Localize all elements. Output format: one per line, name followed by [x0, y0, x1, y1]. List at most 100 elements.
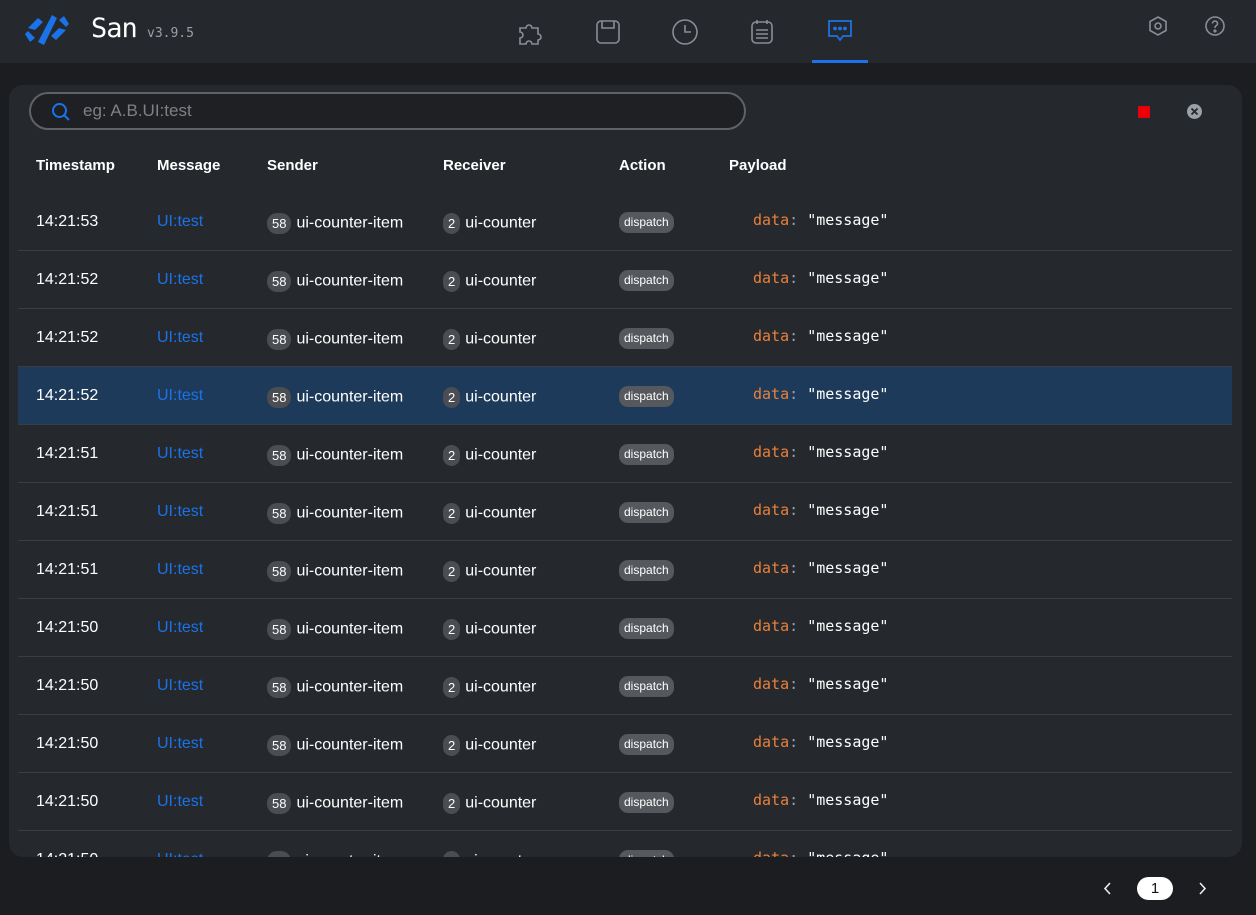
- timestamp-cell: 14:21:53: [36, 213, 99, 230]
- message-link[interactable]: UI:test: [157, 387, 203, 405]
- action-cell: dispatch: [619, 676, 674, 697]
- payload-cell[interactable]: data: "message": [753, 501, 888, 519]
- receiver-id-badge: 2: [443, 329, 461, 350]
- payload-cell[interactable]: data: "message": [753, 211, 888, 229]
- receiver-cell[interactable]: 2ui-counter: [443, 851, 536, 857]
- receiver-cell[interactable]: 2ui-counter: [443, 213, 536, 234]
- action-tag: dispatch: [619, 328, 674, 349]
- sender-cell[interactable]: 58ui-counter-item: [267, 271, 403, 292]
- payload-cell[interactable]: data: "message": [753, 675, 888, 693]
- prev-page-button[interactable]: [1098, 877, 1118, 900]
- table-row[interactable]: 14:21:50UI:test58ui-counter-item2ui-coun…: [18, 831, 1232, 857]
- clear-icon[interactable]: [1186, 103, 1203, 120]
- payload-cell[interactable]: data: "message": [753, 269, 888, 287]
- table-row[interactable]: 14:21:51 UI:test 58 ui-counter-item 2 ui-coun…: [18, 541, 1232, 599]
- timestamp-cell: 14:21:50: [36, 793, 99, 810]
- stop-record-button[interactable]: [1138, 106, 1150, 118]
- receiver-cell[interactable]: 2ui-counter: [443, 445, 536, 466]
- message-link[interactable]: UI:test: [157, 271, 203, 289]
- sender-name: ui-counter-item: [296, 562, 404, 580]
- sender-name: ui-counter-item: [296, 678, 404, 696]
- nav-history[interactable]: [657, 0, 713, 63]
- help-icon[interactable]: [1203, 14, 1227, 38]
- message-list: 14:21:53 UI:test 58 ui-counter-item 2 ui-coun…: [18, 193, 1232, 857]
- message-link[interactable]: UI:test: [157, 445, 203, 463]
- nav-messages[interactable]: [812, 0, 868, 63]
- table-row[interactable]: 14:21:52 UI:test 58 ui-counter-item 2 ui-coun…: [18, 367, 1232, 425]
- timestamp-cell: 14:21:51: [36, 561, 99, 578]
- payload-key: data: [753, 269, 790, 287]
- receiver-cell[interactable]: 2ui-counter: [443, 387, 536, 408]
- payload-value: "message": [807, 675, 889, 693]
- receiver-cell[interactable]: 2ui-counter: [443, 677, 536, 698]
- payload-key: data: [753, 327, 790, 345]
- next-page-button[interactable]: [1192, 877, 1212, 900]
- payload-cell[interactable]: data: "message": [753, 617, 888, 635]
- payload-value: "message": [807, 443, 889, 461]
- settings-icon[interactable]: [1146, 14, 1170, 38]
- receiver-cell[interactable]: 2ui-counter: [443, 503, 536, 524]
- sender-id-badge: 58: [267, 271, 292, 292]
- table-row[interactable]: 14:21:51 UI:test 58 ui-counter-item 2 ui-coun…: [18, 483, 1232, 541]
- action-tag: dispatch: [619, 560, 674, 581]
- receiver-cell[interactable]: 2ui-counter: [443, 735, 536, 756]
- payload-key: data: [753, 617, 790, 635]
- action-tag: dispatch: [619, 618, 674, 639]
- message-link[interactable]: UI:test: [157, 561, 203, 579]
- sender-cell[interactable]: 58ui-counter-item: [267, 329, 403, 350]
- sender-cell[interactable]: 58ui-counter-item: [267, 503, 403, 524]
- message-link[interactable]: UI:test: [157, 793, 203, 811]
- payload-value: "message": [807, 849, 888, 857]
- header-message: Message: [157, 157, 221, 174]
- table-row[interactable]: 14:21:50UI:test58ui-counter-item2ui-coun…: [18, 715, 1232, 773]
- message-link[interactable]: UI:test: [157, 503, 203, 521]
- sender-cell[interactable]: 58ui-counter-item: [267, 677, 403, 698]
- message-link[interactable]: UI:test: [157, 677, 203, 695]
- receiver-name: ui-counter: [465, 446, 537, 464]
- receiver-cell[interactable]: 2ui-counter: [443, 271, 536, 292]
- payload-cell[interactable]: data: "message": [753, 849, 888, 857]
- sender-cell[interactable]: 58ui-counter-item: [267, 561, 403, 582]
- payload-cell[interactable]: data: "message": [753, 385, 888, 403]
- receiver-cell[interactable]: 2ui-counter: [443, 329, 536, 350]
- payload-cell[interactable]: data: "message": [753, 559, 888, 577]
- sender-cell[interactable]: 58ui-counter-item: [267, 445, 403, 466]
- table-row[interactable]: 14:21:50 UI:test 58ui-counter-item 2ui-coun…: [18, 773, 1232, 831]
- payload-cell[interactable]: data: "message": [753, 327, 888, 345]
- nav-store[interactable]: [580, 0, 636, 63]
- receiver-id-badge: 2: [443, 561, 461, 582]
- payload-key: data: [753, 849, 789, 857]
- message-link[interactable]: UI:test: [157, 329, 203, 347]
- message-link[interactable]: UI:test: [157, 735, 203, 753]
- receiver-cell[interactable]: 2ui-counter: [443, 561, 536, 582]
- payload-cell[interactable]: data: "message": [753, 791, 888, 809]
- message-link[interactable]: UI:test: [157, 851, 203, 857]
- table-row[interactable]: 14:21:52 UI:test 58 ui-counter-item 2 ui-coun…: [18, 251, 1232, 309]
- sender-cell[interactable]: 58ui-counter-item: [267, 735, 403, 756]
- table-row[interactable]: 14:21:50UI:test58ui-counter-item2ui-coun…: [18, 657, 1232, 715]
- sender-cell[interactable]: 58ui-counter-item: [267, 851, 403, 857]
- table-row[interactable]: 14:21:50UI:test58ui-counter-item2ui-coun…: [18, 599, 1232, 657]
- payload-cell[interactable]: data: "message": [753, 443, 888, 461]
- receiver-cell[interactable]: 2ui-counter: [443, 793, 536, 814]
- payload-cell[interactable]: data: "message": [753, 733, 888, 751]
- nav-events[interactable]: [734, 0, 790, 63]
- sender-cell[interactable]: 58ui-counter-item: [267, 793, 403, 814]
- table-row[interactable]: 14:21:51 UI:test 58 ui-counter-item 2 ui-coun…: [18, 425, 1232, 483]
- payload-colon: :: [789, 849, 798, 857]
- message-link[interactable]: UI:test: [157, 213, 203, 231]
- search-input[interactable]: [83, 94, 723, 128]
- message-link[interactable]: UI:test: [157, 619, 203, 637]
- sender-cell[interactable]: 58ui-counter-item: [267, 213, 403, 234]
- sender-cell[interactable]: 58ui-counter-item: [267, 619, 403, 640]
- sender-id-badge: 58: [267, 387, 292, 408]
- receiver-cell[interactable]: 2ui-counter: [443, 619, 536, 640]
- table-row[interactable]: 14:21:53 UI:test 58 ui-counter-item 2 ui-coun…: [18, 193, 1232, 251]
- sender-cell[interactable]: 58ui-counter-item: [267, 387, 403, 408]
- receiver-name: ui-counter: [465, 620, 537, 638]
- page-1-button[interactable]: 1: [1137, 877, 1173, 900]
- action-cell: dispatch: [619, 212, 674, 233]
- nav-components[interactable]: [503, 0, 559, 63]
- table-row[interactable]: 14:21:52 UI:test 58 ui-counter-item 2 ui-coun…: [18, 309, 1232, 367]
- payload-value: "message": [807, 617, 889, 635]
